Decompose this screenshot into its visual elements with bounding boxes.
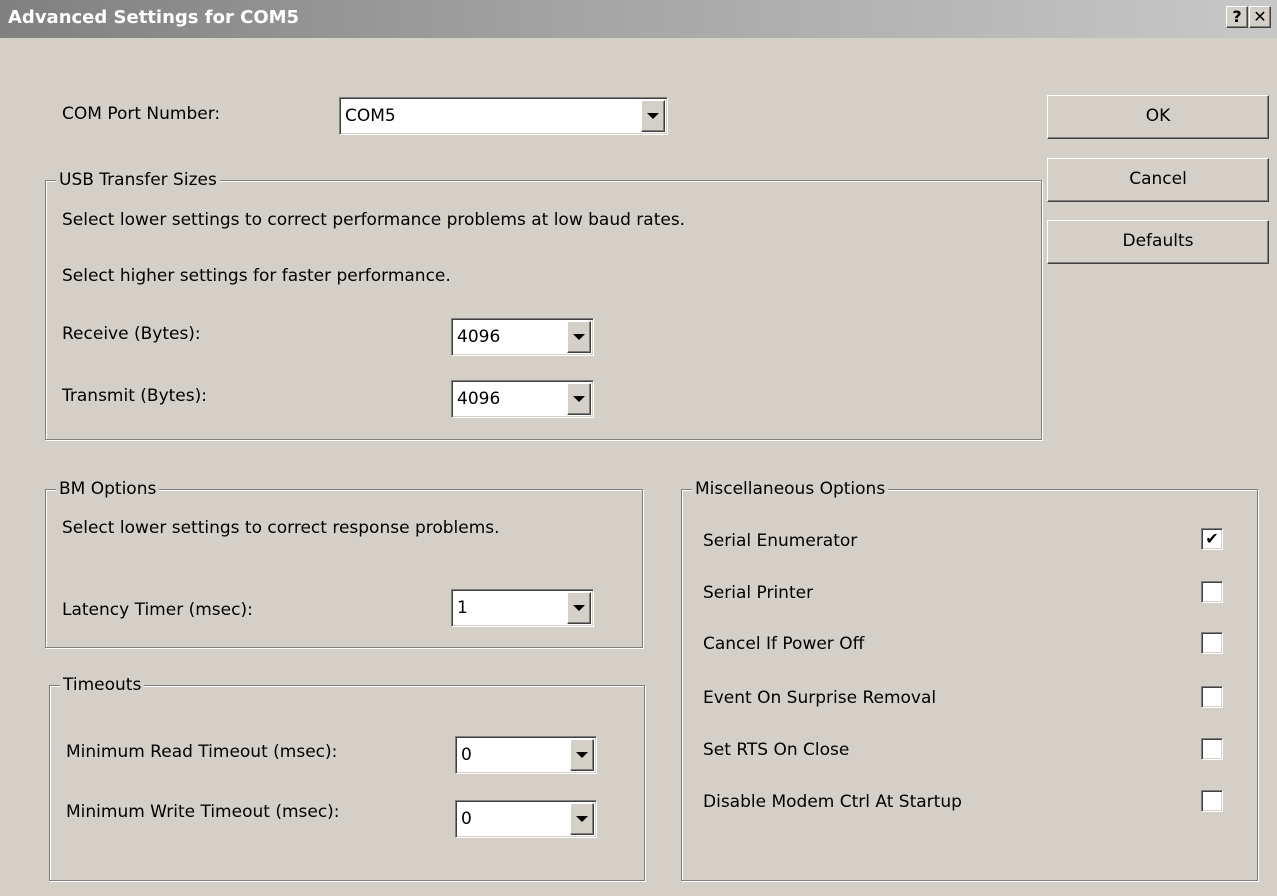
chevron-down-icon[interactable]: [641, 100, 665, 132]
transmit-select[interactable]: 4096: [451, 380, 594, 418]
event-on-surprise-removal-checkbox[interactable]: [1201, 686, 1223, 708]
read-timeout-select[interactable]: 0: [455, 736, 597, 774]
receive-label: Receive (Bytes):: [62, 324, 201, 344]
bm-hint: Select lower settings to correct respons…: [62, 518, 500, 538]
misc-options-title: Miscellaneous Options: [692, 479, 889, 499]
cancel-if-power-off-checkbox[interactable]: [1201, 632, 1223, 654]
usb-transfer-title: USB Transfer Sizes: [56, 170, 220, 190]
chevron-down-icon[interactable]: [567, 592, 591, 624]
transmit-label: Transmit (Bytes):: [62, 386, 207, 406]
timeouts-title: Timeouts: [60, 675, 145, 695]
bm-options-title: BM Options: [56, 479, 160, 499]
write-timeout-value: 0: [461, 809, 472, 829]
transmit-value: 4096: [457, 389, 501, 409]
serial-printer-checkbox[interactable]: [1201, 581, 1223, 603]
option-label: Disable Modem Ctrl At Startup: [703, 792, 962, 812]
timeouts-group: [49, 685, 645, 881]
help-icon: ?: [1232, 7, 1242, 26]
option-label: Serial Enumerator: [703, 531, 858, 551]
latency-select[interactable]: 1: [451, 589, 594, 627]
option-label: Event On Surprise Removal: [703, 688, 937, 708]
ok-button[interactable]: OK: [1047, 95, 1269, 139]
write-timeout-select[interactable]: 0: [455, 800, 597, 838]
disable-modem-ctrl-checkbox[interactable]: [1201, 790, 1223, 812]
com-port-value: COM5: [345, 106, 396, 126]
option-label: Cancel If Power Off: [703, 634, 865, 654]
close-icon: ✕: [1253, 7, 1267, 26]
usb-hint-high: Select higher settings for faster perfor…: [62, 266, 451, 286]
chevron-down-icon[interactable]: [567, 383, 591, 415]
set-rts-on-close-checkbox[interactable]: [1201, 738, 1223, 760]
latency-value: 1: [457, 598, 468, 618]
title-bar: Advanced Settings for COM5 ? ✕: [0, 0, 1277, 38]
chevron-down-icon[interactable]: [570, 803, 594, 835]
window-title: Advanced Settings for COM5: [8, 7, 300, 28]
latency-label: Latency Timer (msec):: [62, 600, 253, 620]
close-button[interactable]: ✕: [1249, 6, 1271, 28]
chevron-down-icon[interactable]: [570, 739, 594, 771]
com-port-label: COM Port Number:: [62, 104, 221, 124]
read-timeout-value: 0: [461, 745, 472, 765]
receive-select[interactable]: 4096: [451, 318, 594, 356]
usb-hint-low: Select lower settings to correct perform…: [62, 210, 686, 230]
help-button[interactable]: ?: [1226, 6, 1248, 28]
write-timeout-label: Minimum Write Timeout (msec):: [66, 802, 340, 822]
read-timeout-label: Minimum Read Timeout (msec):: [66, 742, 338, 762]
receive-value: 4096: [457, 327, 501, 347]
defaults-button[interactable]: Defaults: [1047, 220, 1269, 264]
chevron-down-icon[interactable]: [567, 321, 591, 353]
serial-enumerator-checkbox[interactable]: ✔: [1201, 528, 1223, 550]
cancel-button[interactable]: Cancel: [1047, 158, 1269, 202]
option-label: Serial Printer: [703, 583, 814, 603]
option-label: Set RTS On Close: [703, 740, 850, 760]
com-port-select[interactable]: COM5: [339, 97, 668, 135]
